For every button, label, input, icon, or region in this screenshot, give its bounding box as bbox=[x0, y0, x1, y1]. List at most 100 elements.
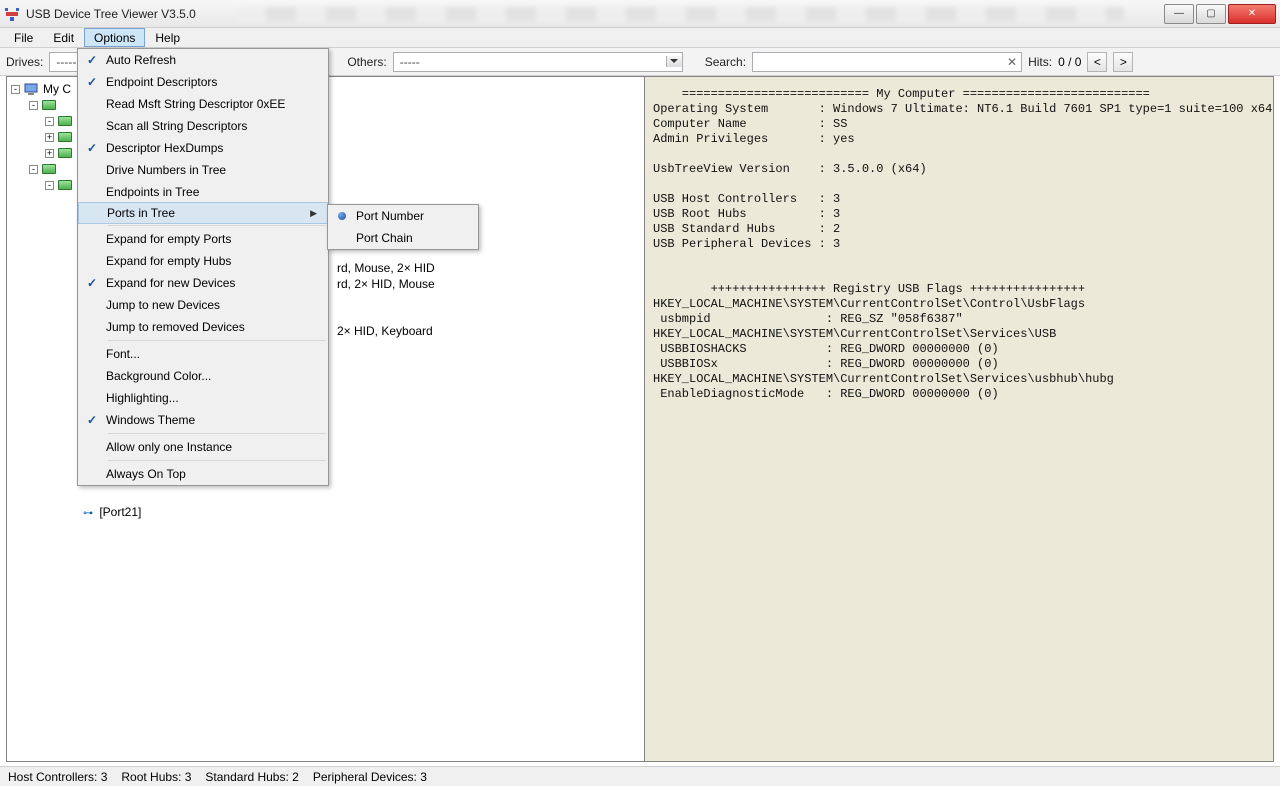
clear-search-icon[interactable]: ✕ bbox=[1007, 55, 1017, 69]
menu-item[interactable]: Allow only one Instance bbox=[78, 436, 328, 458]
menu-options[interactable]: Options bbox=[84, 28, 145, 47]
status-standard-hubs: Standard Hubs: 2 bbox=[205, 770, 298, 784]
menu-item[interactable]: Expand for empty Hubs bbox=[78, 250, 328, 272]
check-icon: ✓ bbox=[78, 53, 106, 67]
hits-label: Hits: bbox=[1028, 55, 1052, 69]
submenu-arrow-icon: ▶ bbox=[310, 208, 317, 219]
options-menu: ✓Auto Refresh✓Endpoint DescriptorsRead M… bbox=[77, 48, 329, 486]
window-title: USB Device Tree Viewer V3.5.0 bbox=[26, 7, 196, 21]
menu-item[interactable]: Background Color... bbox=[78, 365, 328, 387]
tree-node-label-fragment: rd, Mouse, 2× HID bbox=[337, 261, 435, 275]
minimize-button[interactable]: — bbox=[1164, 4, 1194, 24]
menu-item-label: Endpoints in Tree bbox=[106, 185, 318, 199]
collapse-icon[interactable]: - bbox=[45, 117, 54, 126]
menu-item[interactable]: Read Msft String Descriptor 0xEE bbox=[78, 93, 328, 115]
menu-item-label: Background Color... bbox=[106, 369, 318, 383]
menu-item[interactable]: Highlighting... bbox=[78, 387, 328, 409]
menu-separator bbox=[108, 225, 326, 226]
menu-item-label: Windows Theme bbox=[106, 413, 318, 427]
tree-node-label-fragment: 2× HID, Keyboard bbox=[337, 324, 433, 338]
search-label: Search: bbox=[705, 55, 746, 69]
controller-icon bbox=[42, 100, 56, 110]
menu-item-label: Highlighting... bbox=[106, 391, 318, 405]
menu-item-label: Auto Refresh bbox=[106, 53, 318, 67]
app-icon bbox=[4, 6, 20, 22]
check-icon: ✓ bbox=[78, 413, 106, 427]
menu-edit[interactable]: Edit bbox=[43, 28, 84, 47]
menu-item[interactable]: Jump to removed Devices bbox=[78, 316, 328, 338]
menu-item-label: Expand for empty Ports bbox=[106, 232, 318, 246]
menu-item[interactable]: Jump to new Devices bbox=[78, 294, 328, 316]
status-peripheral-devices: Peripheral Devices: 3 bbox=[313, 770, 427, 784]
menu-item[interactable]: Ports in Tree▶ bbox=[78, 202, 328, 224]
menu-item-label: Expand for empty Hubs bbox=[106, 254, 318, 268]
menu-item-label: Scan all String Descriptors bbox=[106, 119, 318, 133]
prev-hit-button[interactable]: < bbox=[1087, 52, 1107, 72]
collapse-icon[interactable]: - bbox=[29, 165, 38, 174]
menu-item[interactable]: Scan all String Descriptors bbox=[78, 115, 328, 137]
usb-port-icon: ⊶ bbox=[83, 508, 93, 519]
hits-value: 0 / 0 bbox=[1058, 55, 1081, 69]
close-button[interactable]: ✕ bbox=[1228, 4, 1276, 24]
menu-item[interactable]: Drive Numbers in Tree bbox=[78, 159, 328, 181]
hub-icon bbox=[58, 180, 72, 190]
chevron-down-icon[interactable] bbox=[666, 56, 682, 67]
menu-separator bbox=[108, 433, 326, 434]
submenu-item[interactable]: Port Number bbox=[328, 205, 478, 227]
menu-item-label: Ports in Tree bbox=[107, 206, 310, 220]
menu-item[interactable]: ✓Expand for new Devices bbox=[78, 272, 328, 294]
tree-node[interactable]: ⊶ [Port21] bbox=[83, 505, 141, 519]
expand-icon[interactable]: + bbox=[45, 133, 54, 142]
check-icon: ✓ bbox=[78, 141, 106, 155]
expand-icon[interactable]: + bbox=[45, 149, 54, 158]
collapse-icon[interactable]: - bbox=[11, 85, 20, 94]
status-host-controllers: Host Controllers: 3 bbox=[8, 770, 107, 784]
maximize-button[interactable]: ▢ bbox=[1196, 4, 1226, 24]
menu-item-label: Allow only one Instance bbox=[106, 440, 318, 454]
collapse-icon[interactable]: - bbox=[45, 181, 54, 190]
controller-icon bbox=[42, 164, 56, 174]
menu-item-label: Jump to removed Devices bbox=[106, 320, 318, 334]
menu-item[interactable]: ✓Descriptor HexDumps bbox=[78, 137, 328, 159]
menu-item-label: Descriptor HexDumps bbox=[106, 141, 318, 155]
menu-item[interactable]: ✓Windows Theme bbox=[78, 409, 328, 431]
collapse-icon[interactable]: - bbox=[29, 101, 38, 110]
search-input[interactable]: ✕ bbox=[752, 52, 1022, 72]
menu-item-label: Always On Top bbox=[106, 467, 318, 481]
others-label: Others: bbox=[347, 55, 386, 69]
menu-separator bbox=[108, 460, 326, 461]
menu-item-label: Drive Numbers in Tree bbox=[106, 163, 318, 177]
menubar: FileEditOptionsHelp bbox=[0, 28, 1280, 48]
detail-pane[interactable]: ========================== My Computer =… bbox=[645, 77, 1273, 761]
hub-icon bbox=[58, 132, 72, 142]
menu-item-label: Expand for new Devices bbox=[106, 276, 318, 290]
menu-separator bbox=[108, 340, 326, 341]
tree-node-label-fragment: rd, 2× HID, Mouse bbox=[337, 277, 435, 291]
others-value: ----- bbox=[394, 55, 426, 69]
submenu-item[interactable]: Port Chain bbox=[328, 227, 478, 249]
next-hit-button[interactable]: > bbox=[1113, 52, 1133, 72]
menu-item[interactable]: Endpoints in Tree bbox=[78, 181, 328, 203]
check-icon: ✓ bbox=[78, 75, 106, 89]
menu-item[interactable]: ✓Endpoint Descriptors bbox=[78, 71, 328, 93]
hub-icon bbox=[58, 116, 72, 126]
submenu-item-label: Port Number bbox=[356, 209, 424, 223]
check-icon: ✓ bbox=[78, 276, 106, 290]
statusbar: Host Controllers: 3 Root Hubs: 3 Standar… bbox=[0, 766, 1280, 786]
menu-file[interactable]: File bbox=[4, 28, 43, 47]
status-root-hubs: Root Hubs: 3 bbox=[121, 770, 191, 784]
menu-item[interactable]: Always On Top bbox=[78, 463, 328, 485]
drives-label: Drives: bbox=[6, 55, 43, 69]
computer-icon bbox=[24, 83, 40, 95]
menu-item-label: Endpoint Descriptors bbox=[106, 75, 318, 89]
submenu-item-label: Port Chain bbox=[356, 231, 413, 245]
menu-item[interactable]: ✓Auto Refresh bbox=[78, 49, 328, 71]
menu-item[interactable]: Font... bbox=[78, 343, 328, 365]
hub-icon bbox=[58, 148, 72, 158]
titlebar-blur bbox=[236, 7, 1124, 21]
others-combo[interactable]: ----- bbox=[393, 52, 683, 72]
menu-item[interactable]: Expand for empty Ports bbox=[78, 228, 328, 250]
ports-submenu: Port Number Port Chain bbox=[327, 204, 479, 250]
menu-item-label: Jump to new Devices bbox=[106, 298, 318, 312]
menu-help[interactable]: Help bbox=[145, 28, 190, 47]
